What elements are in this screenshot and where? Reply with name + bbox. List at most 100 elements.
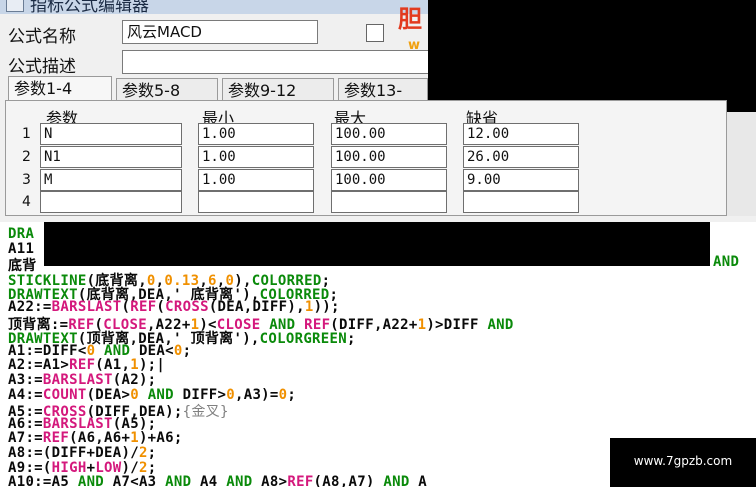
code-line: A10:=A5 AND A7<A3 AND A4 AND A8>REF(A8,A… [8, 474, 427, 487]
code-token: ; [287, 386, 297, 403]
code-token: AND [104, 342, 131, 359]
option-checkbox[interactable] [366, 24, 384, 42]
param-max-cell[interactable]: 100.00 [331, 169, 447, 191]
code-token: ; [147, 459, 157, 476]
tab-params-5-8[interactable]: 参数5-8 [116, 78, 218, 101]
code-token: A9:=( [8, 459, 52, 476]
code-token: (A5); [112, 415, 157, 432]
code-token: A3:= [8, 372, 43, 388]
param-default-cell[interactable] [463, 191, 579, 213]
code-token: 2 [138, 445, 148, 461]
tab-params-13[interactable]: 参数13- [338, 78, 428, 101]
code-line: A22:=BARSLAST(REF(CROSS(DEA,DIFF),1)); [8, 299, 340, 315]
code-token: DRA [8, 226, 35, 242]
param-max-cell[interactable] [331, 191, 447, 213]
param-name-cell[interactable]: N1 [40, 146, 182, 168]
row-number: 3 [22, 172, 31, 188]
code-overflow-keyword: AND [713, 254, 740, 270]
code-token: {金叉} [182, 404, 229, 421]
code-token: A11 [8, 240, 35, 257]
code-token: AND [226, 474, 253, 487]
logo-mark: 胆 [398, 5, 422, 33]
formula-name-input[interactable]: 风云MACD [122, 20, 318, 44]
code-token: (A6,A6+ [69, 430, 131, 447]
code-token: A1:=DIFF< [8, 342, 87, 359]
code-token: A [409, 474, 428, 487]
code-line: A4:=COUNT(DEA>0 AND DIFF>0,A3)=0; [8, 387, 296, 403]
param-max-cell[interactable]: 100.00 [331, 146, 447, 168]
formula-desc-input[interactable] [122, 50, 432, 74]
code-token: (A1, [95, 357, 131, 374]
code-line: A2:=A1>REF(A1,1);| [8, 357, 165, 373]
code-token: 0 [173, 342, 183, 359]
code-token: )); [313, 299, 340, 315]
formula-name-label: 公式名称 [8, 27, 76, 47]
code-token: DIFF> [173, 386, 227, 403]
code-token: );| [138, 357, 166, 374]
code-token: REF [130, 299, 157, 315]
code-token: + [86, 459, 96, 476]
code-token: A7<A3 [104, 474, 166, 487]
code-redaction-block [44, 222, 710, 266]
code-token: BARSLAST [42, 415, 113, 432]
watermark-text: www.7gpzb.com [633, 454, 733, 468]
param-default-cell[interactable]: 26.00 [463, 146, 579, 168]
row-number: 4 [22, 194, 31, 210]
code-token: AND [77, 474, 105, 487]
code-token: A22:= [8, 299, 52, 315]
param-min-cell[interactable]: 1.00 [198, 123, 314, 145]
logo-letter: w [408, 38, 421, 53]
tab-params-9-12[interactable]: 参数9-12 [222, 78, 334, 101]
param-min-cell[interactable]: 1.00 [198, 146, 314, 168]
code-token: ; [147, 445, 157, 461]
code-token: A10:=A5 [8, 474, 78, 487]
param-min-cell[interactable] [198, 191, 314, 213]
param-max-cell[interactable]: 100.00 [331, 123, 447, 145]
code-token: A4 [191, 474, 227, 487]
param-name-cell[interactable]: N [40, 123, 182, 145]
code-token: 0 [226, 386, 235, 403]
param-name-cell[interactable]: M [40, 169, 182, 191]
code-token: HIGH [51, 459, 87, 476]
code-line: A1:=DIFF<0 AND DEA<0; [8, 343, 191, 359]
code-token: A7:= [8, 430, 43, 447]
code-token: (A2); [112, 372, 157, 388]
panel-right-gap [727, 112, 756, 216]
code-token: AND [165, 474, 192, 487]
param-default-cell[interactable]: 9.00 [463, 169, 579, 191]
code-token: COUNT [42, 386, 87, 403]
code-token: REF [287, 474, 314, 487]
code-token: )/ [121, 459, 139, 476]
param-name-cell[interactable] [40, 191, 182, 213]
code-token: AND [147, 386, 174, 403]
code-token: AND [487, 316, 514, 333]
window-title: 指标公式编辑器 [30, 0, 149, 14]
code-token: COLORGREEN [259, 331, 347, 348]
code-token: (DEA> [86, 386, 131, 403]
code-line: A3:=BARSLAST(A2); [8, 372, 156, 388]
code-token: (DEA,DIFF), [208, 299, 305, 315]
code-token: 0 [130, 386, 139, 403]
row-number: 2 [22, 149, 31, 165]
code-token: BARSLAST [42, 372, 113, 388]
code-token: ; [346, 331, 356, 348]
code-token: 2 [138, 459, 148, 476]
code-token: ,A3)= [235, 386, 279, 403]
code-token: A2:=A1> [8, 357, 70, 374]
code-token: REF [42, 430, 70, 447]
code-token: 1 [130, 357, 139, 374]
app-icon [6, 0, 24, 12]
tab-params-1-4[interactable]: 参数1-4 [8, 76, 112, 102]
watermark-box: www.7gpzb.com [610, 438, 756, 487]
code-token: (A8,A7) [313, 474, 384, 487]
code-line: A11 [8, 241, 34, 257]
code-token: )+A6; [138, 430, 183, 447]
redaction-block [428, 0, 756, 112]
code-line: A7:=REF(A6,A6+1)+A6; [8, 430, 183, 446]
param-min-cell[interactable]: 1.00 [198, 169, 314, 191]
row-number: 1 [22, 126, 31, 142]
code-token: ; [182, 342, 192, 359]
param-default-cell[interactable]: 12.00 [463, 123, 579, 145]
